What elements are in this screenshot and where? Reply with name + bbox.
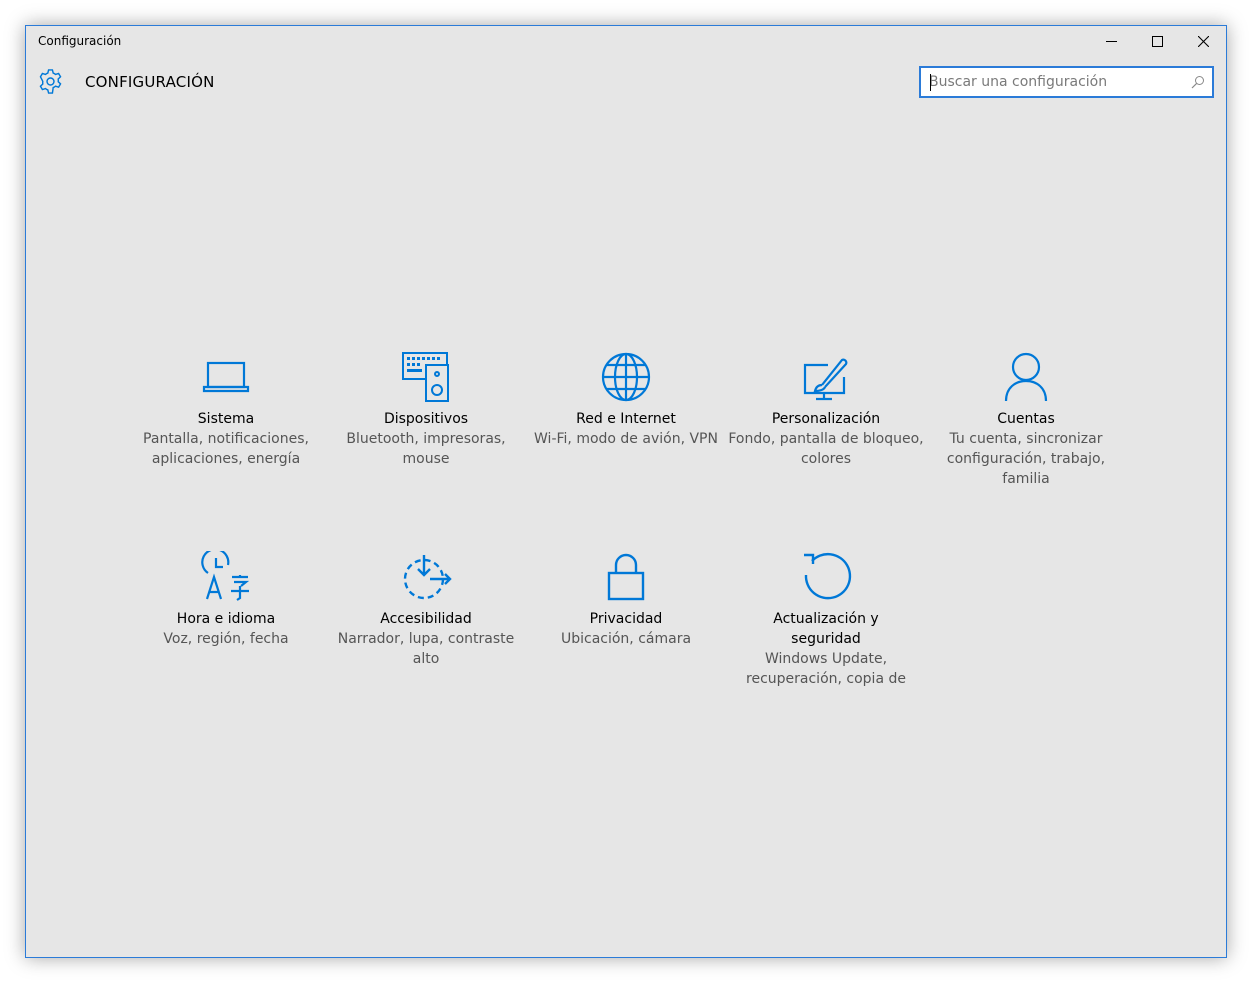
maximize-button[interactable] [1134,26,1180,57]
text-caret [930,74,931,91]
tile-name: Hora e idioma [176,611,276,627]
search-box[interactable] [919,66,1214,98]
settings-window: Configuración CONFIGURACIÓN Buscar una c… [25,25,1227,958]
close-icon [1197,36,1209,47]
tile-name: Dispositivos [383,411,469,427]
tile-sistema[interactable]: Sistema Pantalla, notificaciones, aplica… [126,351,326,469]
header: CONFIGURACIÓN [26,57,1226,107]
laptop-icon [202,361,250,393]
search-icon[interactable] [1191,75,1205,89]
globe-icon [601,352,651,402]
ease-of-access-icon [403,555,452,600]
tile-actualizacion-y-seguridad[interactable]: Actualización y seguridad Windows Update… [726,551,926,689]
clock-language-icon [201,551,250,601]
tile-red-e-internet[interactable]: Red e Internet Wi-Fi, modo de avión, VPN [526,351,726,449]
person-icon [1004,352,1048,402]
paintbrush-monitor-icon [803,358,848,401]
tile-description: Narrador, lupa, contraste alto [337,631,515,667]
close-button[interactable] [1180,26,1226,57]
tile-description: Windows Update, recuperación, copia de [746,651,906,687]
lock-icon [607,553,645,601]
tile-name: Accesibilidad [380,611,472,627]
refresh-icon [804,552,852,600]
tile-description: Fondo, pantalla de bloqueo, colores [728,431,924,467]
title-bar[interactable]: Configuración [26,26,1226,57]
tile-privacidad[interactable]: Privacidad Ubicación, cámara [526,551,726,649]
search-input[interactable] [929,72,1179,92]
tile-dispositivos[interactable]: Dispositivos Bluetooth, impresoras, mous… [326,351,526,469]
tile-description: Wi-Fi, modo de avión, VPN [534,431,718,447]
tile-description: Voz, región, fecha [163,631,289,647]
tile-name: Personalización [771,411,881,427]
gear-icon [39,69,62,94]
window-title: Configuración [38,34,122,48]
tile-accesibilidad[interactable]: Accesibilidad Narrador, lupa, contraste … [326,551,526,669]
tile-description: Pantalla, notificaciones, aplicaciones, … [143,431,309,467]
keyboard-speaker-icon [402,352,449,402]
tile-name: Red e Internet [576,411,676,427]
tile-name: Actualización y seguridad [773,611,879,647]
tile-name: Sistema [197,411,255,427]
tile-description: Bluetooth, impresoras, mouse [346,431,506,467]
tile-description: Ubicación, cámara [560,631,692,647]
tile-name: Privacidad [589,611,663,627]
tile-hora-e-idioma[interactable]: Hora e idioma Voz, región, fecha [126,551,326,649]
tile-description: Tu cuenta, sincronizar configuración, tr… [946,431,1106,487]
minimize-button[interactable] [1088,26,1134,57]
maximize-icon [1151,36,1163,47]
tile-personalizacion[interactable]: Personalización Fondo, pantalla de bloqu… [726,351,926,469]
tile-cuentas[interactable]: Cuentas Tu cuenta, sincronizar configura… [926,351,1126,489]
page-title: CONFIGURACIÓN [85,73,215,91]
tile-name: Cuentas [997,411,1055,427]
minimize-icon [1105,41,1117,42]
